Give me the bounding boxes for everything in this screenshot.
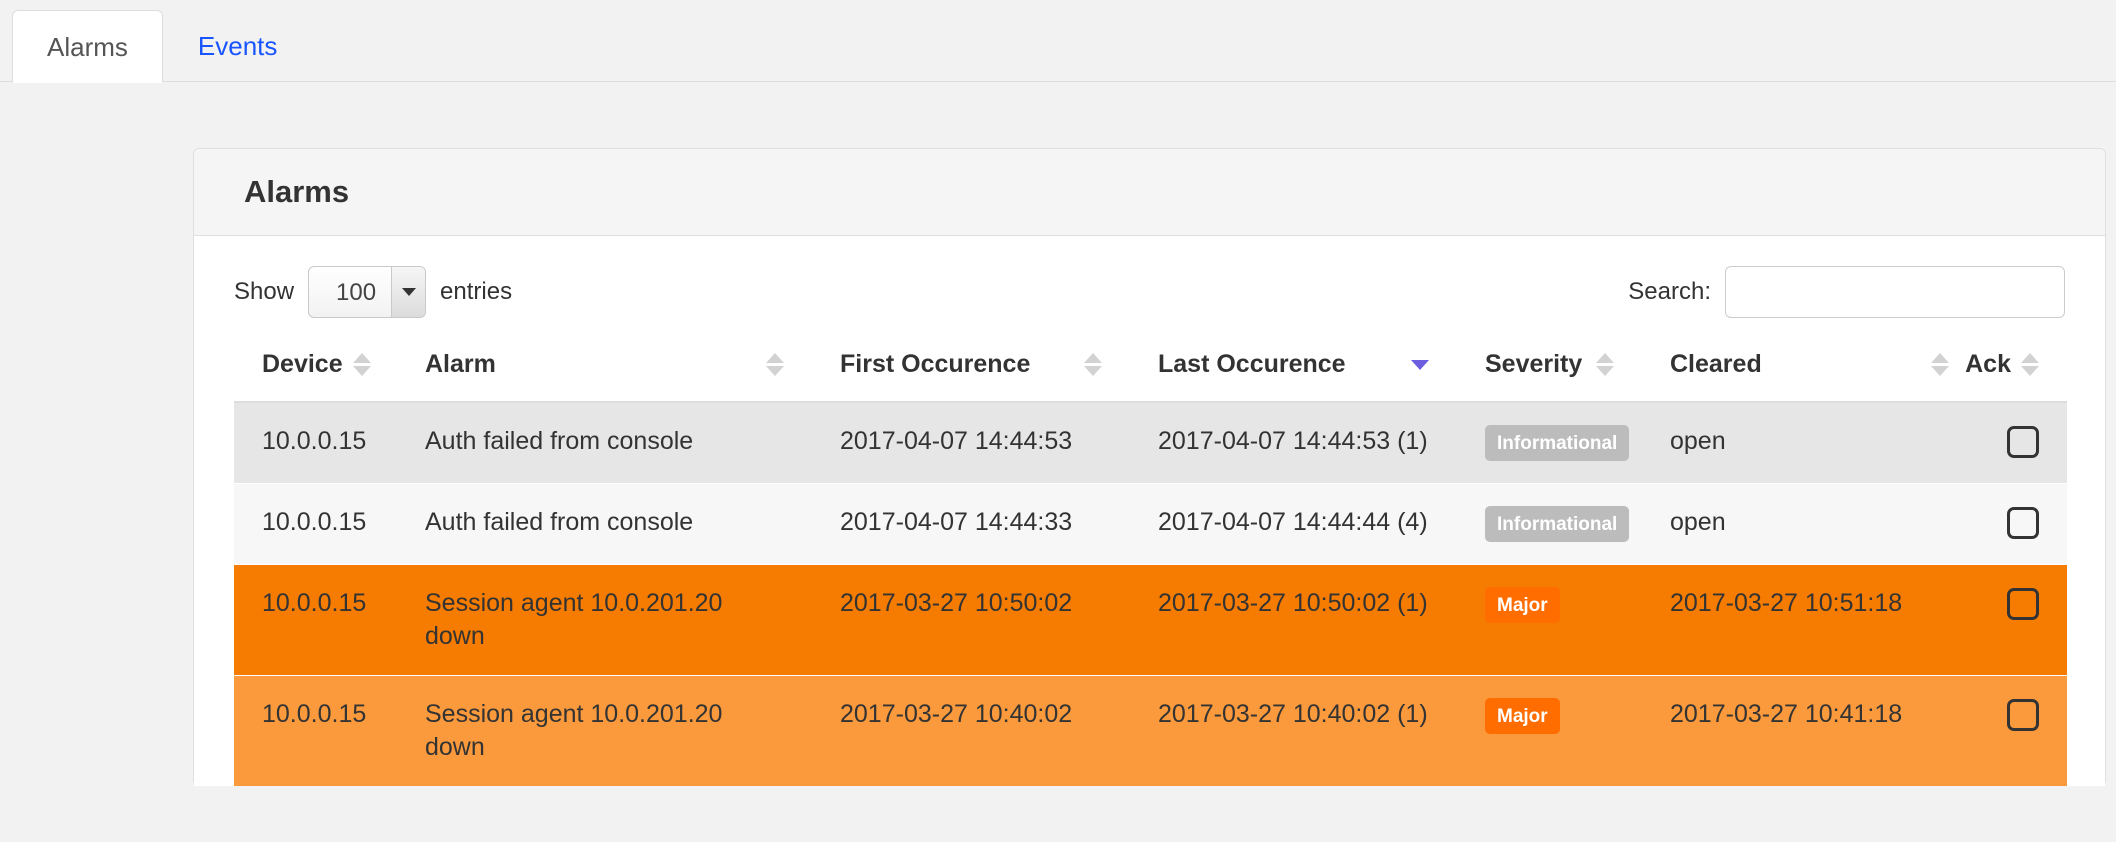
show-label: Show (234, 278, 295, 306)
column-header-last-occurence[interactable]: Last Occurence (1130, 336, 1457, 404)
cell-first_occurence: 2017-03-27 10:40:02 (812, 675, 1130, 787)
alarms-table-body: 10.0.0.15 Auth failed from console 2017-04… (234, 401, 2067, 787)
cell-first_occurence: 2017-04-07 14:44:33 (812, 483, 1130, 565)
alarms-table-head: Device Alarm First Occurence Last Occure… (234, 336, 2067, 404)
sort-icon-first-occurence[interactable] (1084, 353, 1102, 377)
table-row[interactable]: 10.0.0.15 Auth failed from console 2017-04… (234, 483, 2067, 565)
alarms-table: Device Alarm First Occurence Last Occure… (234, 336, 2067, 787)
column-header-alarm-label: Alarm (425, 350, 496, 379)
cell-ack (1977, 675, 2067, 787)
search-label: Search: (1628, 278, 1711, 306)
ack-checkbox[interactable] (2007, 507, 2039, 540)
ack-checkbox[interactable] (2007, 588, 2039, 621)
page-length-select-wrap: 100 (308, 266, 427, 319)
table-controls: Show 100 entries Search: (234, 266, 2065, 336)
tab-alarms-label: Alarms (47, 31, 128, 62)
cell-cleared: 2017-03-27 10:41:18 (1642, 675, 1977, 787)
cell-device: 10.0.0.15 (234, 675, 397, 787)
column-header-severity-label: Severity (1485, 350, 1583, 379)
search-input[interactable] (1725, 266, 2065, 319)
sort-icon-last-occurence[interactable] (1411, 359, 1429, 370)
column-header-alarm[interactable]: Alarm (397, 336, 812, 404)
alarms-panel: Alarms Show 100 entries Search: Device A… (193, 148, 2106, 787)
cell-cleared: open (1642, 401, 1977, 484)
cell-ack (1977, 564, 2067, 676)
sort-icon-device[interactable] (352, 353, 371, 377)
sort-icon-cleared[interactable] (1931, 353, 1949, 377)
status-badge: Major (1485, 698, 1560, 735)
ack-checkbox[interactable] (2007, 426, 2039, 459)
column-header-last-occurence-label: Last Occurence (1158, 350, 1346, 379)
cell-severity: Informational (1457, 401, 1642, 484)
sort-icon-ack[interactable] (2021, 353, 2039, 377)
page-length-select[interactable]: 100 (308, 266, 427, 319)
status-badge: Informational (1485, 425, 1630, 462)
column-header-ack[interactable]: Ack (1965, 336, 2067, 404)
column-header-device-label: Device (262, 350, 343, 379)
page-length-control: Show 100 entries (234, 266, 513, 319)
cell-ack (1977, 401, 2067, 484)
cell-device: 10.0.0.15 (234, 483, 397, 565)
search-control: Search: (1628, 266, 2065, 319)
cell-last_occurence: 2017-03-27 10:40:02 (1) (1130, 675, 1457, 787)
cell-last_occurence: 2017-03-27 10:50:02 (1) (1130, 564, 1457, 676)
cell-alarm: Auth failed from console (397, 401, 812, 484)
sort-icon-alarm[interactable] (766, 353, 784, 377)
cell-last_occurence: 2017-04-07 14:44:44 (4) (1130, 483, 1457, 565)
panel-heading: Alarms (194, 149, 2105, 237)
cell-device: 10.0.0.15 (234, 564, 397, 676)
column-header-first-occurence[interactable]: First Occurence (812, 336, 1130, 404)
column-header-ack-label: Ack (1965, 350, 2011, 379)
column-header-device[interactable]: Device (234, 336, 397, 404)
cell-severity: Major (1457, 675, 1642, 787)
table-row[interactable]: 10.0.0.15 Session agent 10.0.201.20 down 2… (234, 675, 2067, 787)
status-badge: Informational (1485, 506, 1630, 543)
table-row[interactable]: 10.0.0.15 Auth failed from console 2017-04… (234, 401, 2067, 484)
cell-ack (1977, 483, 2067, 565)
page-title: Alarms (244, 174, 350, 209)
column-header-cleared[interactable]: Cleared (1642, 336, 1977, 404)
entries-label: entries (440, 278, 513, 306)
cell-first_occurence: 2017-04-07 14:44:53 (812, 401, 1130, 484)
table-header-row: Device Alarm First Occurence Last Occure… (234, 336, 2067, 404)
status-badge: Major (1485, 587, 1560, 624)
cell-severity: Informational (1457, 483, 1642, 565)
cell-first_occurence: 2017-03-27 10:50:02 (812, 564, 1130, 676)
cell-severity: Major (1457, 564, 1642, 676)
cell-cleared: 2017-03-27 10:51:18 (1642, 564, 1977, 676)
cell-alarm: Session agent 10.0.201.20 down (397, 564, 812, 676)
panel-body: Show 100 entries Search: Device Alarm Fi… (194, 236, 2105, 787)
tab-events[interactable]: Events (163, 10, 313, 82)
ack-checkbox[interactable] (2007, 699, 2039, 732)
sort-icon-severity[interactable] (1596, 353, 1614, 377)
cell-alarm: Auth failed from console (397, 483, 812, 565)
column-header-cleared-label: Cleared (1670, 350, 1762, 379)
table-row[interactable]: 10.0.0.15 Session agent 10.0.201.20 down 2… (234, 564, 2067, 676)
tab-events-label: Events (197, 31, 278, 61)
cell-cleared: open (1642, 483, 1977, 565)
tab-bar: Alarms Events (0, 0, 2116, 83)
column-header-first-occurence-label: First Occurence (840, 350, 1031, 379)
cell-device: 10.0.0.15 (234, 401, 397, 484)
cell-last_occurence: 2017-04-07 14:44:53 (1) (1130, 401, 1457, 484)
cell-alarm: Session agent 10.0.201.20 down (397, 675, 812, 787)
column-header-severity[interactable]: Severity (1457, 336, 1642, 404)
tab-alarms[interactable]: Alarms (12, 10, 163, 83)
